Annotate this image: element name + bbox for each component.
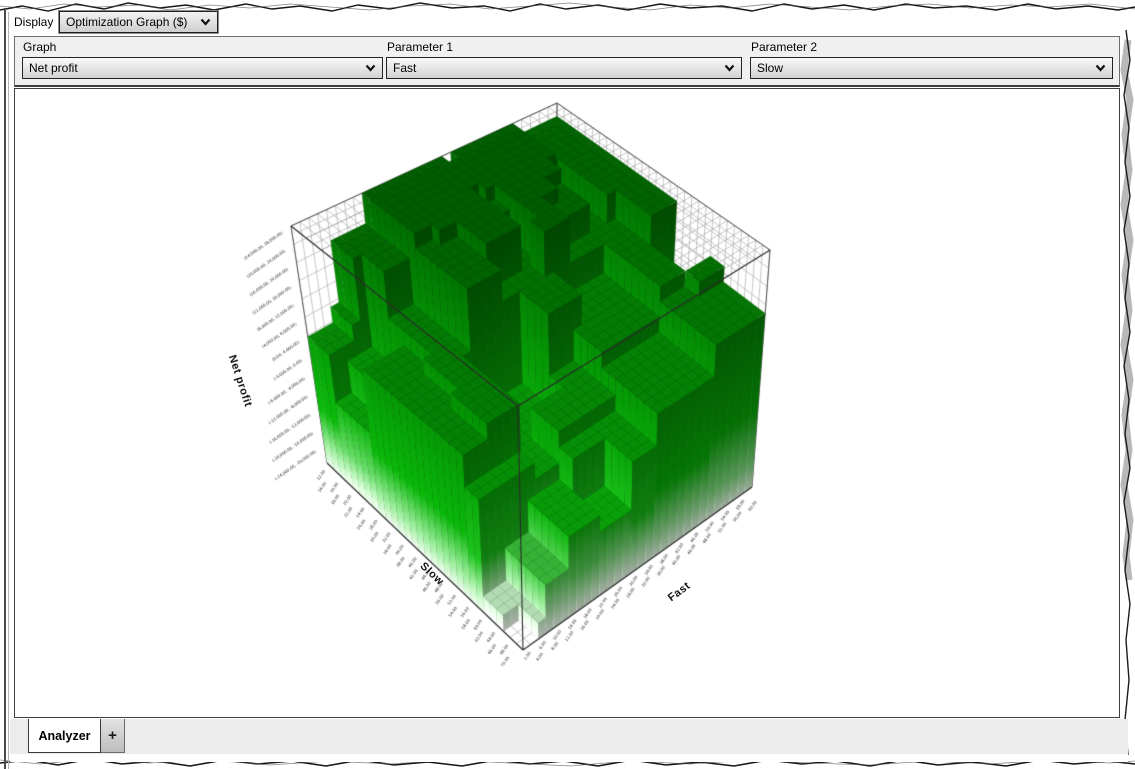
torn-edge-right — [1119, 0, 1135, 769]
param2-select-value: Slow — [757, 61, 1095, 75]
chevron-down-icon — [365, 64, 376, 72]
add-tab-button[interactable]: + — [101, 719, 125, 753]
chevron-down-icon — [724, 64, 735, 72]
param1-select[interactable]: Fast — [386, 57, 742, 79]
display-label: Display — [14, 15, 53, 29]
tab-analyzer[interactable]: Analyzer — [28, 719, 101, 753]
param2-select[interactable]: Slow — [750, 57, 1113, 79]
window-left-border-inner — [8, 12, 9, 769]
window-left-border — [4, 8, 6, 769]
optimization-3d-surface[interactable] — [15, 89, 1119, 717]
graph-select-value: Net profit — [29, 61, 365, 75]
tab-analyzer-label: Analyzer — [38, 729, 90, 743]
param1-select-label: Parameter 1 — [387, 40, 453, 54]
plus-icon: + — [108, 727, 117, 744]
optimization-graph-panel: Net profit Slow Fast — [14, 88, 1120, 718]
display-mode-dropdown[interactable]: Optimization Graph ($) — [59, 11, 218, 33]
graph-select-label: Graph — [23, 40, 56, 54]
param2-select-label: Parameter 2 — [751, 40, 817, 54]
param1-select-value: Fast — [393, 61, 724, 75]
graph-select[interactable]: Net profit — [22, 57, 383, 79]
bottom-margin — [10, 754, 1128, 762]
display-mode-value: Optimization Graph ($) — [66, 15, 200, 29]
chevron-down-icon — [200, 18, 211, 26]
chevron-down-icon — [1095, 64, 1106, 72]
workspace-tab-strip — [10, 719, 1128, 754]
